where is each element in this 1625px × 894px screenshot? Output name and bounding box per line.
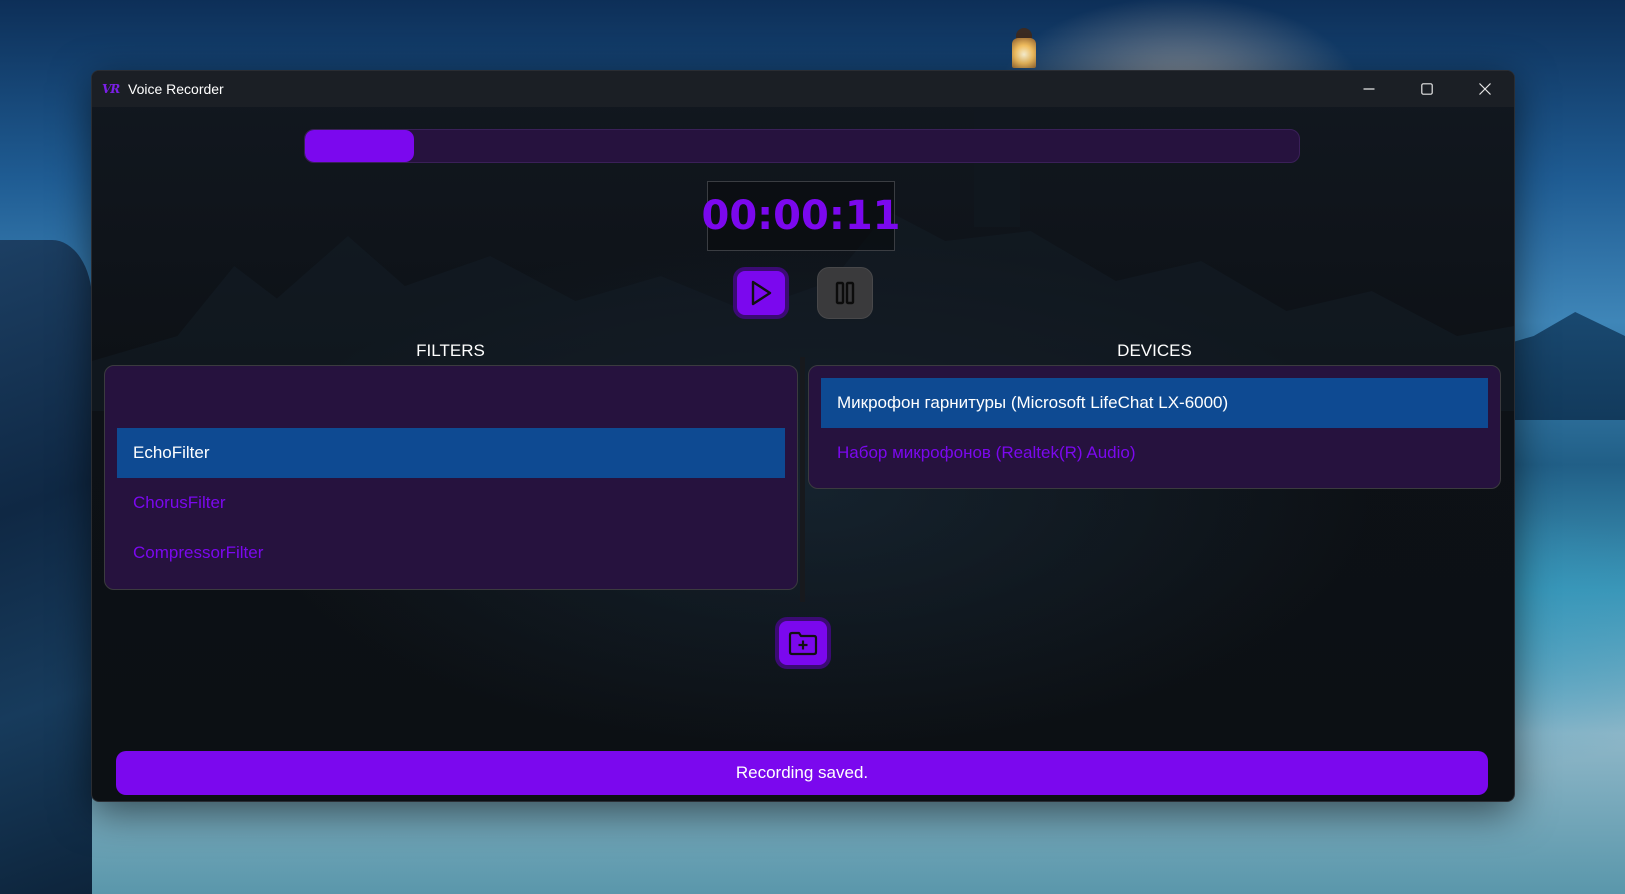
devices-list: Микрофон гарнитуры (Microsoft LifeChat L… xyxy=(808,365,1501,489)
app-icon: VR xyxy=(102,82,120,96)
play-button[interactable] xyxy=(733,267,789,319)
main-content: 00:00:11 FILTERS DEVICES EchoFilter Chor… xyxy=(92,107,1514,801)
device-item-headset-mic[interactable]: Микрофон гарнитуры (Microsoft LifeChat L… xyxy=(821,378,1488,428)
play-icon xyxy=(751,280,772,306)
wallpaper-rock-left xyxy=(0,240,92,894)
minimize-icon xyxy=(1363,88,1375,90)
desktop-background: VR Voice Recorder 00:00:11 FILTERS DEVIC… xyxy=(0,0,1625,894)
filters-heading: FILTERS xyxy=(416,341,485,360)
close-button[interactable] xyxy=(1456,71,1514,107)
window-title: Voice Recorder xyxy=(128,81,224,97)
filter-item-echo[interactable]: EchoFilter xyxy=(117,428,785,478)
filters-list: EchoFilter ChorusFilter CompressorFilter xyxy=(104,365,798,590)
title-bar[interactable]: VR Voice Recorder xyxy=(92,71,1514,107)
minimize-button[interactable] xyxy=(1340,71,1398,107)
recording-progress-bar xyxy=(304,129,1300,163)
window-controls xyxy=(1340,71,1514,107)
status-bar: Recording saved. xyxy=(116,751,1488,795)
close-icon xyxy=(1479,83,1491,95)
recording-timer: 00:00:11 xyxy=(702,181,901,251)
panel-splitter[interactable] xyxy=(800,357,805,602)
pause-icon xyxy=(835,281,855,305)
devices-heading: DEVICES xyxy=(1117,341,1192,360)
maximize-icon xyxy=(1421,83,1433,95)
open-folder-button[interactable] xyxy=(775,617,831,669)
filter-item-compressor[interactable]: CompressorFilter xyxy=(117,528,785,578)
pause-button[interactable] xyxy=(817,267,873,319)
recording-progress-fill xyxy=(305,130,415,162)
voice-recorder-window: VR Voice Recorder 00:00:11 FILTERS DEVIC… xyxy=(91,70,1515,802)
wallpaper-lighthouse xyxy=(1006,24,1042,74)
folder-plus-icon xyxy=(788,631,818,656)
filter-item-chorus[interactable]: ChorusFilter xyxy=(117,478,785,528)
filter-item-empty[interactable] xyxy=(117,378,785,428)
maximize-button[interactable] xyxy=(1398,71,1456,107)
device-item-mic-array[interactable]: Набор микрофонов (Realtek(R) Audio) xyxy=(821,428,1488,478)
